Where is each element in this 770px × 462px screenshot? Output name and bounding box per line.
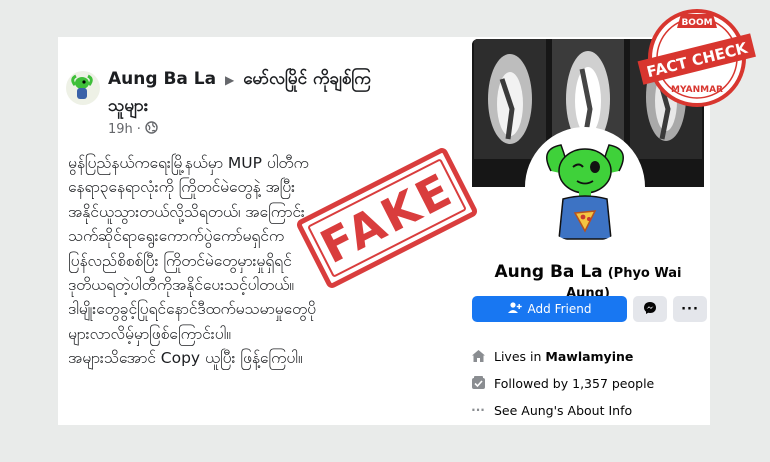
post-group-name[interactable]: မော်လမြိုင် ကိုချစ်ကြ — [243, 69, 371, 89]
post-time[interactable]: 19h — [108, 122, 133, 137]
add-friend-button[interactable]: Add Friend — [472, 296, 627, 322]
profile-picture[interactable] — [525, 127, 645, 247]
post-author-name[interactable]: Aung Ba La — [108, 69, 216, 89]
post-group-name-line2[interactable]: သူများ — [108, 96, 148, 116]
add-person-icon — [507, 301, 522, 317]
message-button[interactable] — [633, 296, 667, 322]
followers-row: Followed by 1,357 people — [470, 375, 654, 391]
lives-in-prefix: Lives in — [494, 348, 542, 364]
post-author-avatar[interactable] — [66, 71, 100, 105]
followers-text: Followed by 1,357 people — [494, 375, 655, 391]
post-meta: 19h · — [108, 121, 158, 138]
more-options-button[interactable]: ··· — [673, 296, 707, 322]
post-body-line: များလာလိမ့်မှာဖြစ်ကြောင်းပါ။ — [68, 324, 231, 343]
post-body-line: ဒုတိယရတဲ့ပါတီကိုအနိုင်ပေးသင့်ပါတယ်။ — [68, 276, 294, 295]
screenshot-card: Aung Ba La ▶ မော်လမြိုင် ကိုချစ်ကြ သူမျာ… — [58, 37, 710, 425]
post-body-line: ပြန်လည်စိစစ်ပြီး ကြိုတင်မဲတွေမှားမှုရှိရ… — [68, 251, 292, 270]
messenger-icon — [643, 300, 657, 319]
about-row: ··· See Aung's About Info — [470, 402, 632, 418]
badge-top-text: BOOM — [681, 18, 712, 28]
add-friend-label: Add Friend — [527, 302, 592, 316]
public-globe-icon — [145, 121, 158, 138]
profile-display-name[interactable]: Aung Ba La — [495, 262, 603, 282]
post-body-line: ဒါမျိုးတွေခွင့်ပြုရင်နောင်ဒီထက်မသမာမှုတွ… — [68, 300, 316, 319]
home-icon — [470, 348, 486, 364]
badge-bottom-text: MYANMAR — [671, 85, 723, 95]
shared-to-arrow-icon: ▶ — [225, 73, 235, 87]
post-body-line: အများသိအောင် Copy ယူပြီး ဖြန့်ကြေပါ။ — [68, 349, 303, 368]
more-dots-icon: ··· — [681, 301, 699, 317]
lives-in-city[interactable]: Mawlamyine — [545, 349, 633, 364]
about-link[interactable]: See Aung's About Info — [494, 403, 632, 418]
post-header: Aung Ba La ▶ မော်လမြိုင် ကိုချစ်ကြ သူမျာ… — [108, 66, 428, 119]
followers-icon — [470, 375, 486, 391]
more-dots-icon: ··· — [471, 403, 485, 417]
boom-fact-check-badge: BOOM FACT CHECK MYANMAR — [637, 2, 757, 110]
lives-in-row: Lives in Mawlamyine — [470, 348, 633, 364]
meta-separator: · — [136, 122, 141, 137]
